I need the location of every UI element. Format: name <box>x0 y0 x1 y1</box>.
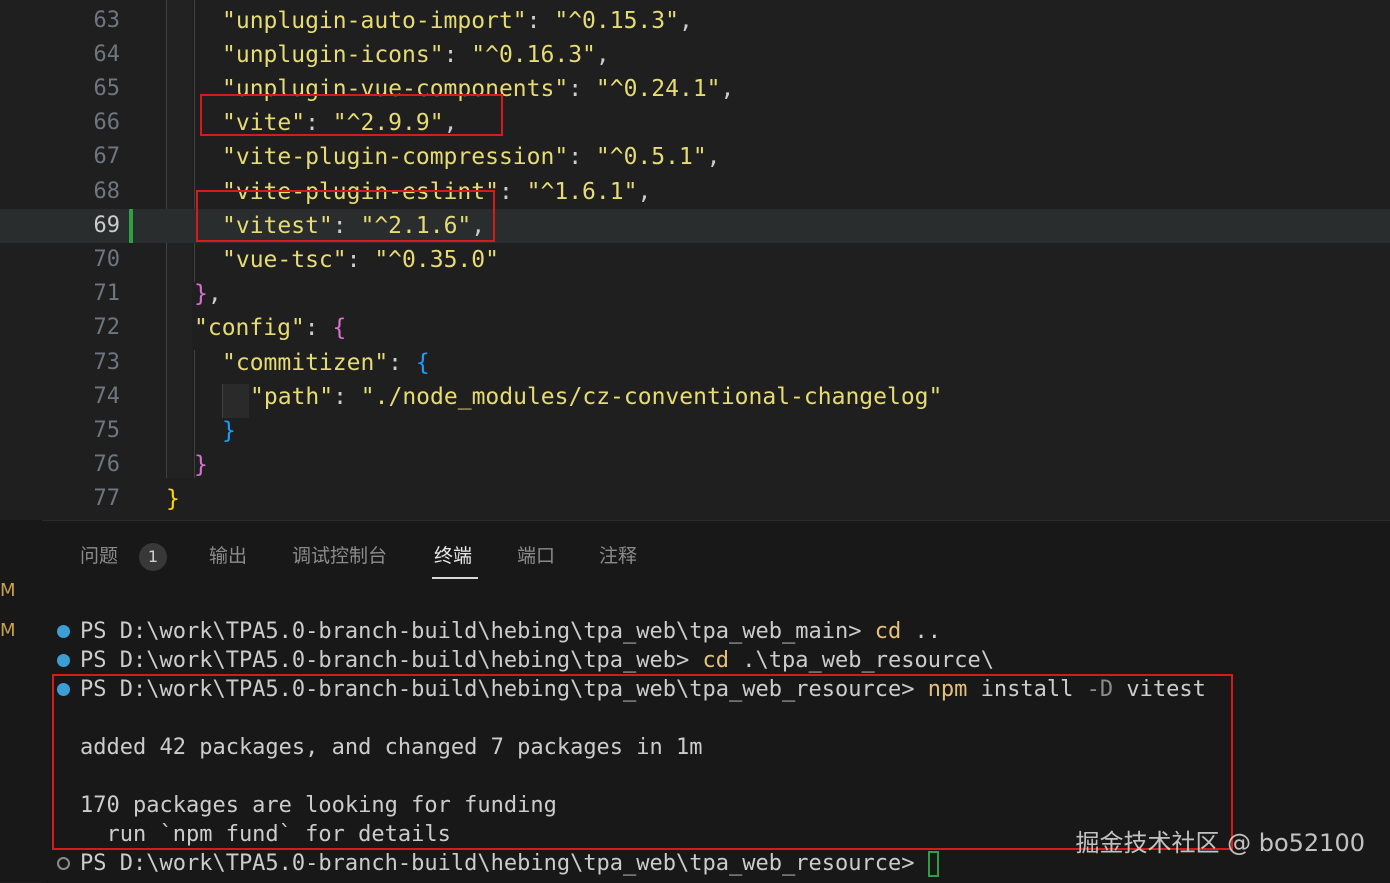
command-success-dot <box>57 654 70 667</box>
json-value: "^1.6.1" <box>526 179 638 205</box>
json-key: "commitizen" <box>222 350 389 376</box>
code-editor[interactable]: 63 "unplugin-auto-import": "^0.15.3", 64… <box>0 0 1390 520</box>
json-key: "vue-tsc" <box>222 247 347 273</box>
code-line[interactable]: 74 "path": "./node_modules/cz-convention… <box>0 380 1390 414</box>
line-number: 66 <box>93 110 121 135</box>
code-line[interactable]: 76 } <box>0 448 1390 482</box>
code-line[interactable]: 70 "vue-tsc": "^0.35.0" <box>0 243 1390 277</box>
opening-brace: { <box>415 350 430 376</box>
code-line[interactable]: 67 "vite-plugin-compression": "^0.5.1", <box>0 140 1390 174</box>
terminal-line: PS D:\work\TPA5.0-branch-build\hebing\tp… <box>80 619 941 644</box>
highlight-box-npm-install <box>52 674 1233 850</box>
line-number: 63 <box>93 8 121 33</box>
code-line[interactable]: 77 } <box>0 482 1390 516</box>
terminal-cursor <box>927 851 939 877</box>
closing-brace: } <box>222 418 236 444</box>
code-line[interactable]: 71 }, <box>0 277 1390 311</box>
line-number: 74 <box>93 384 121 409</box>
highlight-box-vite <box>200 94 503 136</box>
json-value: "^0.5.1" <box>595 144 707 170</box>
json-value: "^0.35.0" <box>374 247 499 273</box>
active-tab-indicator <box>432 577 478 579</box>
closing-brace: } <box>194 281 208 307</box>
problems-count-badge: 1 <box>139 543 167 571</box>
terminal-line: PS D:\work\TPA5.0-branch-build\hebing\tp… <box>80 648 994 673</box>
line-number: 70 <box>93 247 121 272</box>
json-key: "path" <box>250 384 334 410</box>
json-key: "unplugin-icons" <box>222 42 444 68</box>
json-value: "^0.24.1" <box>595 76 721 102</box>
json-value: "^0.15.3" <box>554 8 679 34</box>
line-number: 67 <box>93 144 121 169</box>
line-number: 76 <box>93 452 121 477</box>
tab-terminal[interactable]: 终端 <box>434 543 472 569</box>
command-pending-dot <box>57 857 70 870</box>
highlight-box-vitest <box>196 190 495 242</box>
line-number: 69 <box>93 213 121 238</box>
command-success-dot <box>57 625 70 638</box>
tab-problems[interactable]: 问题 <box>80 543 118 569</box>
terminal-prompt[interactable]: PS D:\work\TPA5.0-branch-build\hebing\tp… <box>80 849 939 878</box>
closing-brace: } <box>194 452 208 478</box>
line-number: 64 <box>93 42 121 67</box>
code-line[interactable]: 75 } <box>0 414 1390 448</box>
code-line[interactable]: 64 "unplugin-icons": "^0.16.3", <box>0 38 1390 72</box>
git-modified-marker: M <box>0 620 16 641</box>
line-number: 65 <box>93 76 121 101</box>
code-line[interactable]: 72 "config": { <box>0 311 1390 345</box>
modified-line-indicator <box>129 209 133 243</box>
closing-brace: } <box>166 486 180 512</box>
tab-ports[interactable]: 端口 <box>517 543 555 569</box>
line-number: 72 <box>93 315 121 340</box>
json-key: "unplugin-auto-import" <box>222 8 527 34</box>
json-value: "^0.16.3" <box>471 42 596 68</box>
tab-comments[interactable]: 注释 <box>599 543 637 569</box>
opening-brace: { <box>332 315 347 341</box>
tab-debug-console[interactable]: 调试控制台 <box>292 543 387 569</box>
git-modified-marker: M <box>0 580 16 601</box>
code-line[interactable]: 63 "unplugin-auto-import": "^0.15.3", <box>0 4 1390 38</box>
line-number: 77 <box>93 486 121 511</box>
json-key: "vite-plugin-compression" <box>222 144 569 170</box>
line-number: 71 <box>93 281 121 306</box>
line-number: 73 <box>93 350 121 375</box>
tab-output[interactable]: 输出 <box>209 543 247 569</box>
json-value: "./node_modules/cz-conventional-changelo… <box>360 384 943 410</box>
watermark: 掘金技术社区 @ bo52100 <box>1075 829 1365 857</box>
code-line[interactable]: 73 "commitizen": { <box>0 346 1390 380</box>
json-key: "config" <box>194 315 305 341</box>
panel-tabs: 问题 1 输出 调试控制台 终端 端口 注释 <box>42 521 1390 591</box>
line-number: 75 <box>93 418 121 443</box>
line-number: 68 <box>93 179 121 204</box>
